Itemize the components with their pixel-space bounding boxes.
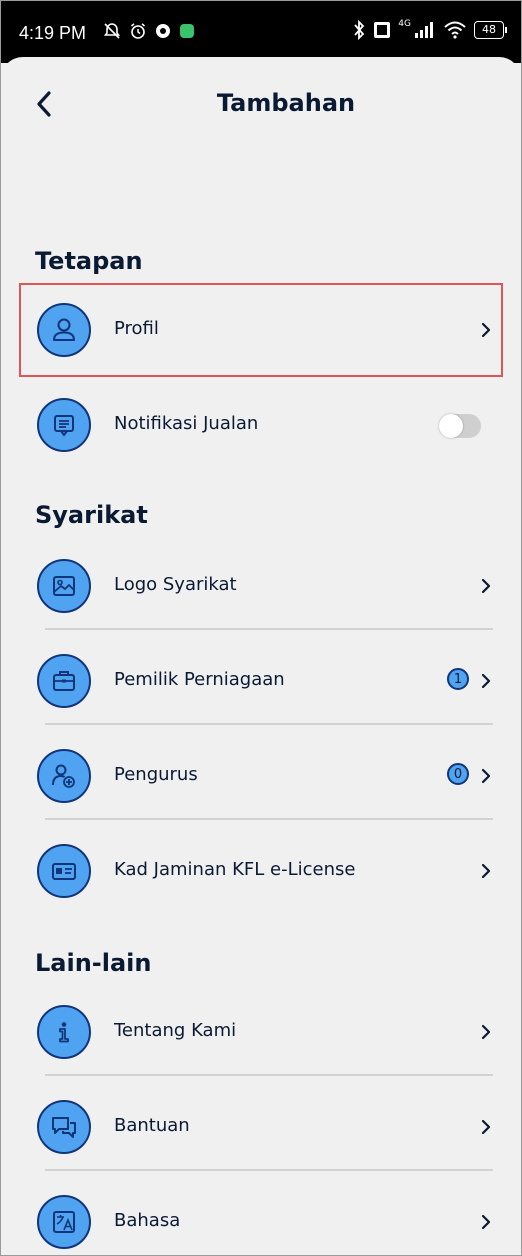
status-left-icons [103, 22, 195, 40]
briefcase-icon [37, 654, 91, 708]
status-time: 4:19 PM [19, 23, 87, 43]
menu-item-label: Bahasa [114, 1210, 181, 1231]
message-icon [37, 398, 91, 452]
menu-item-bahasa[interactable]: Bahasa [19, 1178, 505, 1255]
phone-frame: 4:19 PM 4G 48 Tambahan Tetapan Profil No… [0, 0, 522, 1256]
notification-toggle[interactable] [439, 414, 481, 438]
app-notification-icon [156, 24, 170, 38]
volte-icon [374, 22, 391, 38]
chevron-right-icon [481, 578, 491, 594]
chevron-right-icon [481, 863, 491, 879]
menu-item-label: Kad Jaminan KFL e-License [114, 859, 356, 880]
image-icon [37, 559, 91, 613]
network-type: 4G [398, 19, 411, 29]
divider [45, 818, 493, 820]
menu-item-label: Pengurus [114, 764, 198, 785]
bluetooth-icon [354, 20, 365, 40]
menu-item-pemilik-perniagaan[interactable]: Pemilik Perniagaan 1 [19, 637, 505, 725]
chevron-right-icon [481, 673, 491, 689]
id-card-icon [37, 844, 91, 898]
count-badge: 1 [447, 668, 469, 690]
battery-level: 48 [474, 21, 504, 39]
menu-item-logo-syarikat[interactable]: Logo Syarikat [19, 542, 505, 630]
section-title-tetapan: Tetapan [35, 247, 143, 275]
highlight-box [19, 283, 503, 377]
menu-item-bantuan[interactable]: Bantuan [19, 1083, 505, 1171]
menu-item-pengurus[interactable]: Pengurus 0 [19, 732, 505, 820]
section-title-lain-lain: Lain-lain [35, 949, 152, 977]
toggle-knob [439, 414, 463, 438]
divider [45, 1074, 493, 1076]
menu-item-label: Logo Syarikat [114, 574, 237, 595]
mute-icon [103, 23, 121, 39]
battery-indicator: 48 [474, 21, 507, 39]
menu-item-label: Bantuan [114, 1115, 190, 1136]
page-title: Tambahan [216, 89, 356, 117]
status-right-icons: 4G 48 [352, 19, 507, 40]
user-add-icon [37, 749, 91, 803]
menu-item-label: Tentang Kami [114, 1020, 237, 1041]
divider [45, 723, 493, 725]
menu-item-label: Pemilik Perniagaan [114, 669, 285, 690]
chevron-right-icon [481, 1119, 491, 1135]
chevron-right-icon [481, 768, 491, 784]
menu-item-label: Notifikasi Jualan [114, 413, 259, 434]
chevron-right-icon [481, 1214, 491, 1230]
wifi-icon [444, 21, 466, 39]
signal-icon [415, 22, 433, 38]
chat-icon [37, 1100, 91, 1154]
divider [45, 1169, 493, 1171]
count-badge: 0 [447, 763, 469, 785]
alarm-icon [131, 23, 145, 39]
menu-item-notifikasi-jualan[interactable]: Notifikasi Jualan [19, 381, 505, 469]
app-notification-icon-2 [180, 24, 194, 38]
status-bar: 4:19 PM 4G 48 [1, 1, 521, 63]
menu-item-kad-jaminan[interactable]: Kad Jaminan KFL e-License [19, 827, 505, 915]
info-icon [37, 1005, 91, 1059]
divider [45, 628, 493, 630]
section-title-syarikat: Syarikat [35, 501, 148, 529]
chevron-right-icon [481, 1024, 491, 1040]
menu-item-tentang-kami[interactable]: Tentang Kami [19, 988, 505, 1076]
translate-icon [37, 1195, 91, 1249]
